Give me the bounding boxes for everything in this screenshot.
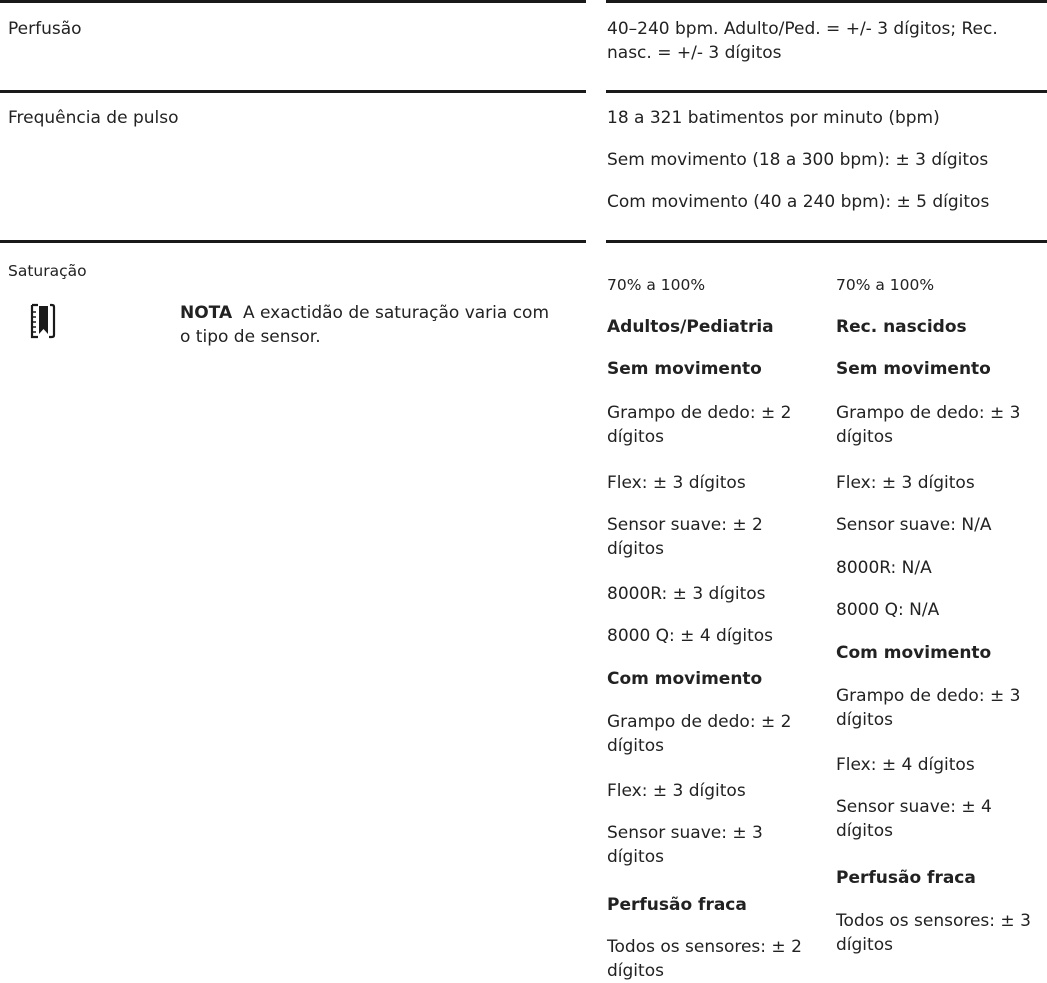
table-rule-top-right: [606, 0, 1047, 3]
neonate-motion-soft-sensor-line2: dígitos: [836, 821, 893, 841]
adult-no-motion-8000r: 8000R: ± 3 dígitos: [607, 584, 766, 604]
adult-no-motion-8000q: 8000 Q: ± 4 dígitos: [607, 626, 773, 646]
neonate-low-perfusion-heading: Perfusão fraca: [836, 868, 976, 888]
table-rule-top-left: [0, 0, 586, 3]
table-rule-2-left: [0, 240, 586, 243]
adult-low-perfusion-heading: Perfusão fraca: [607, 895, 747, 915]
neonate-no-motion-8000r: 8000R: N/A: [836, 558, 932, 578]
note-text: A exactidão de saturação varia com: [242, 303, 550, 323]
adult-heading: Adultos/Pediatria: [607, 317, 774, 337]
neonate-motion-finger-clip-line2: dígitos: [836, 710, 893, 730]
neonate-no-motion-flex: Flex: ± 3 dígitos: [836, 473, 975, 493]
note-line1: NOTA A exactidão de saturação varia com: [180, 301, 549, 325]
neonate-low-perfusion-all-sensors-line1: Todos os sensores: ± 3: [836, 911, 1031, 931]
adult-range: 70% a 100%: [607, 276, 706, 294]
adult-no-motion-soft-sensor-line2: dígitos: [607, 539, 664, 559]
adult-no-motion-finger-clip-line2: dígitos: [607, 427, 664, 447]
adult-no-motion-soft-sensor-line1: Sensor suave: ± 2: [607, 515, 763, 535]
neonate-no-motion-8000q: 8000 Q: N/A: [836, 600, 940, 620]
saturation-label: Saturação: [8, 262, 87, 280]
neonate-motion-finger-clip-line1: Grampo de dedo: ± 3: [836, 686, 1021, 706]
note-keyword: NOTA: [180, 303, 233, 323]
neonate-no-motion-finger-clip-line1: Grampo de dedo: ± 3: [836, 403, 1021, 423]
perfusion-value-line1: 40–240 bpm. Adulto/Ped. = +/- 3 dígitos;…: [607, 19, 998, 39]
neonate-no-motion-finger-clip-line2: dígitos: [836, 427, 893, 447]
pulse-rate-motion: Com movimento (40 a 240 bpm): ± 5 dígito…: [607, 192, 990, 212]
perfusion-value-line2: nasc. = +/- 3 dígitos: [607, 43, 782, 63]
table-rule-1-left: [0, 90, 586, 93]
adult-low-perfusion-all-sensors-line1: Todos os sensores: ± 2: [607, 937, 802, 957]
neonate-motion-soft-sensor-line1: Sensor suave: ± 4: [836, 797, 992, 817]
adult-motion-flex: Flex: ± 3 dígitos: [607, 781, 746, 801]
adult-motion-soft-sensor-line2: dígitos: [607, 847, 664, 867]
adult-motion-finger-clip-line1: Grampo de dedo: ± 2: [607, 712, 792, 732]
pulse-rate-no-motion: Sem movimento (18 a 300 bpm): ± 3 dígito…: [607, 150, 989, 170]
adult-no-motion-finger-clip-line1: Grampo de dedo: ± 2: [607, 403, 792, 423]
adult-no-motion-flex: Flex: ± 3 dígitos: [607, 473, 746, 493]
neonate-motion-heading: Com movimento: [836, 643, 992, 663]
note-line2: o tipo de sensor.: [180, 327, 321, 347]
adult-no-motion-heading: Sem movimento: [607, 359, 762, 379]
neonate-no-motion-soft-sensor: Sensor suave: N/A: [836, 515, 992, 535]
table-rule-1-right: [606, 90, 1047, 93]
adult-low-perfusion-all-sensors-line2: dígitos: [607, 961, 664, 981]
neonate-range: 70% a 100%: [836, 276, 935, 294]
neonate-no-motion-heading: Sem movimento: [836, 359, 991, 379]
neonate-motion-flex: Flex: ± 4 dígitos: [836, 755, 975, 775]
adult-motion-finger-clip-line2: dígitos: [607, 736, 664, 756]
table-rule-2-right: [606, 240, 1047, 243]
perfusion-label: Perfusão: [8, 19, 82, 39]
note-book-icon: [30, 303, 56, 339]
pulse-rate-label: Frequência de pulso: [8, 108, 179, 128]
neonate-low-perfusion-all-sensors-line2: dígitos: [836, 935, 893, 955]
neonate-heading: Rec. nascidos: [836, 317, 967, 337]
adult-motion-soft-sensor-line1: Sensor suave: ± 3: [607, 823, 763, 843]
pulse-rate-range: 18 a 321 batimentos por minuto (bpm): [607, 108, 940, 128]
adult-motion-heading: Com movimento: [607, 669, 763, 689]
